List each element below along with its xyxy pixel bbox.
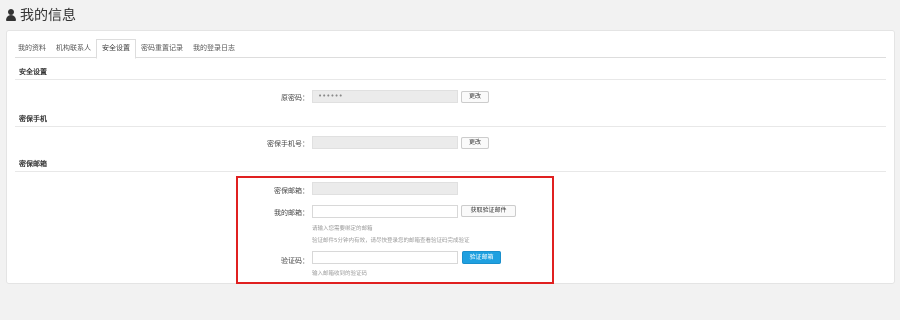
tab-password-reset-log[interactable]: 密码重置记录: [136, 39, 188, 57]
user-icon: [6, 9, 16, 21]
tab-security-settings[interactable]: 安全设置: [96, 39, 136, 59]
phone-label: 密保手机号：: [267, 140, 309, 148]
section-title-phone: 密保手机: [19, 115, 47, 123]
password-field[interactable]: ••••••: [312, 90, 458, 103]
tab-login-log[interactable]: 我的登录日志: [188, 39, 240, 57]
page-header: 我的信息: [6, 5, 76, 25]
section-title-email: 密保邮箱: [19, 160, 47, 168]
tab-org-contacts[interactable]: 机构联系人: [51, 39, 96, 57]
section-divider: [15, 171, 886, 172]
tab-bar: 我的资料 机构联系人 安全设置 密码重置记录 我的登录日志: [15, 39, 886, 59]
section-divider: [15, 79, 886, 80]
change-phone-button[interactable]: 更改: [461, 137, 489, 149]
section-divider: [15, 126, 886, 127]
phone-field[interactable]: [312, 136, 458, 149]
page-title: 我的信息: [20, 8, 76, 24]
highlight-box: [236, 176, 554, 284]
tab-my-profile[interactable]: 我的资料: [15, 39, 51, 57]
section-title-security: 安全设置: [19, 68, 47, 76]
change-password-button[interactable]: 更改: [461, 91, 489, 103]
password-label: 原密码：: [281, 94, 309, 102]
